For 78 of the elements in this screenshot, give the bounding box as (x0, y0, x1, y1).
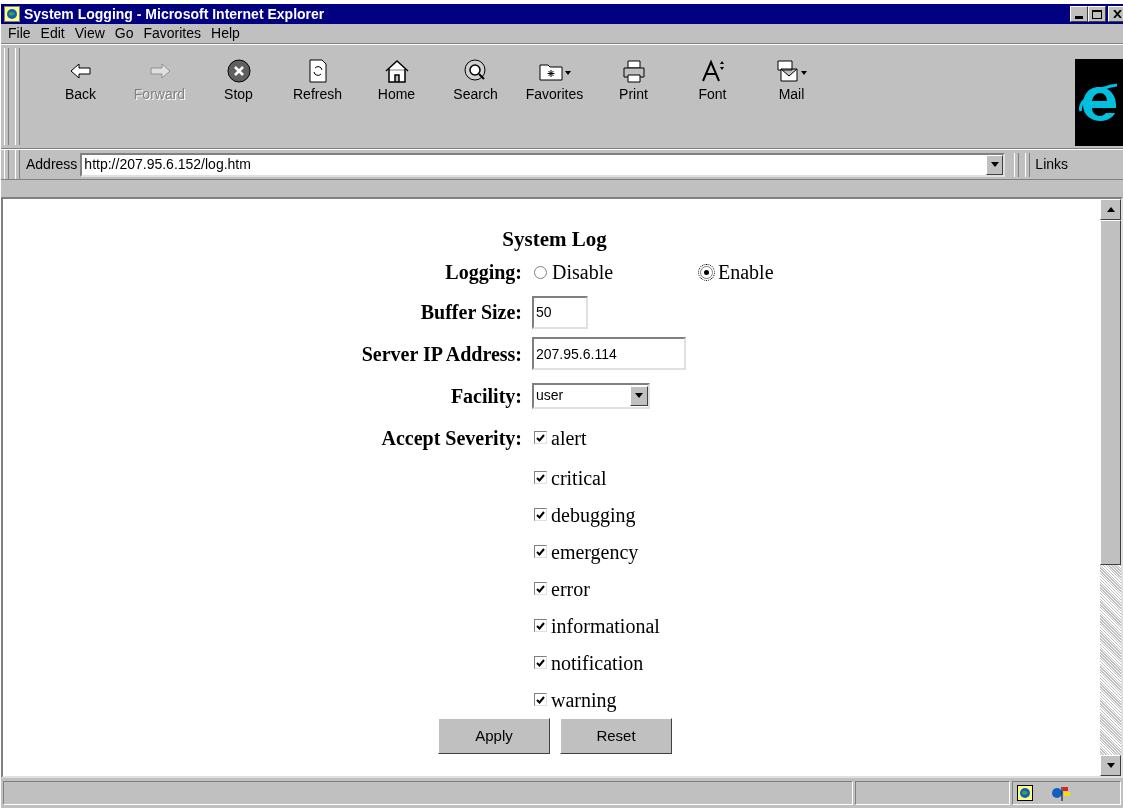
check-icon (536, 433, 545, 442)
check-icon (536, 658, 545, 667)
toolbar-button[interactable]: Font (673, 58, 752, 105)
stop-icon (225, 58, 252, 84)
form-button[interactable]: Reset (560, 718, 672, 754)
scrollbar[interactable] (1100, 199, 1121, 776)
toolbar-button[interactable]: Print (594, 58, 673, 105)
radio-option[interactable]: Disable (532, 257, 700, 287)
facility-select[interactable]: user (532, 382, 650, 409)
page-heading: System Log (501, 226, 608, 253)
buffer-size-field[interactable]: 50 (532, 295, 588, 329)
radio-option[interactable]: Enable (700, 257, 774, 287)
check-icon (536, 584, 545, 593)
close-icon (1112, 10, 1122, 18)
mail-icon (774, 58, 809, 84)
down-arrow-icon (1106, 763, 1115, 768)
checkbox-option[interactable]: error (532, 573, 1100, 604)
checkbox-option[interactable]: notification (532, 647, 1100, 678)
font-size-icon (699, 58, 726, 84)
checkbox[interactable] (534, 545, 547, 558)
caret-icon (635, 393, 643, 398)
checkbox[interactable] (534, 471, 547, 484)
printer-icon (620, 58, 647, 84)
toolbar-button[interactable]: Refresh (278, 58, 357, 105)
check-icon (536, 473, 545, 482)
maximize-button[interactable] (1088, 6, 1106, 22)
toolbar-button[interactable]: Favorites (515, 58, 594, 105)
menu-item[interactable]: Edit (35, 23, 70, 44)
check-icon (536, 510, 545, 519)
address-field[interactable]: http://207.95.6.152/log.htm (80, 152, 1006, 177)
check-icon (536, 621, 545, 630)
toolbar-button[interactable]: Home (357, 58, 436, 105)
maximize-icon (1092, 9, 1102, 19)
checkbox[interactable] (534, 693, 547, 706)
zone-globe-icon (1017, 785, 1033, 801)
toolbar-button[interactable]: Search (436, 58, 515, 105)
checkbox-option[interactable]: informational (532, 610, 1100, 641)
dropdown-button[interactable] (630, 385, 648, 406)
checkbox-option[interactable]: debugging (532, 499, 1100, 530)
window-title: System Logging - Microsoft Internet Explorer (24, 4, 326, 24)
menu-item[interactable]: View (69, 23, 110, 44)
form-button[interactable]: Apply (438, 718, 550, 754)
field-label: Logging: (444, 260, 523, 286)
browser-page-icon (4, 6, 20, 22)
checkbox[interactable] (534, 508, 547, 521)
check-icon (536, 547, 545, 556)
address-label: Address (25, 155, 79, 174)
field-label: Accept Severity: (380, 425, 523, 452)
search-icon (462, 58, 489, 84)
field-label: Facility: (449, 383, 523, 410)
close-button[interactable] (1108, 6, 1123, 22)
field-label: Server IP Address: (360, 341, 523, 367)
menu-item[interactable]: Go (109, 23, 139, 44)
dropdown-button[interactable] (986, 154, 1004, 175)
field-label: Buffer Size: (419, 300, 523, 325)
toolbar-button[interactable]: Stop (199, 58, 278, 105)
minimize-icon (1075, 16, 1083, 19)
minimize-button[interactable] (1070, 6, 1088, 22)
checkbox-option[interactable]: emergency (532, 536, 1100, 567)
checkbox-option[interactable]: alert (532, 422, 1100, 453)
server-ip-field[interactable]: 207.95.6.114 (532, 337, 686, 370)
up-arrow-icon (1106, 207, 1115, 212)
toolbar-button[interactable]: Back (41, 58, 120, 105)
caret-icon (990, 162, 999, 167)
globe-flags-icon (1051, 785, 1071, 801)
check-icon (536, 695, 545, 704)
links-button[interactable]: Links (1033, 154, 1069, 175)
checkbox[interactable] (534, 656, 547, 669)
checkbox[interactable] (534, 431, 547, 444)
toolbar-button[interactable]: Mail (752, 58, 831, 105)
menu-item[interactable]: Help (206, 23, 245, 44)
checkbox-option[interactable]: warning (532, 684, 1100, 715)
checkbox-option[interactable]: critical (532, 462, 1100, 493)
menu-item[interactable]: Favorites (138, 23, 207, 44)
checkbox[interactable] (534, 619, 547, 632)
menu-item[interactable]: File (3, 23, 36, 44)
checkbox[interactable] (534, 582, 547, 595)
house-icon (383, 58, 410, 84)
